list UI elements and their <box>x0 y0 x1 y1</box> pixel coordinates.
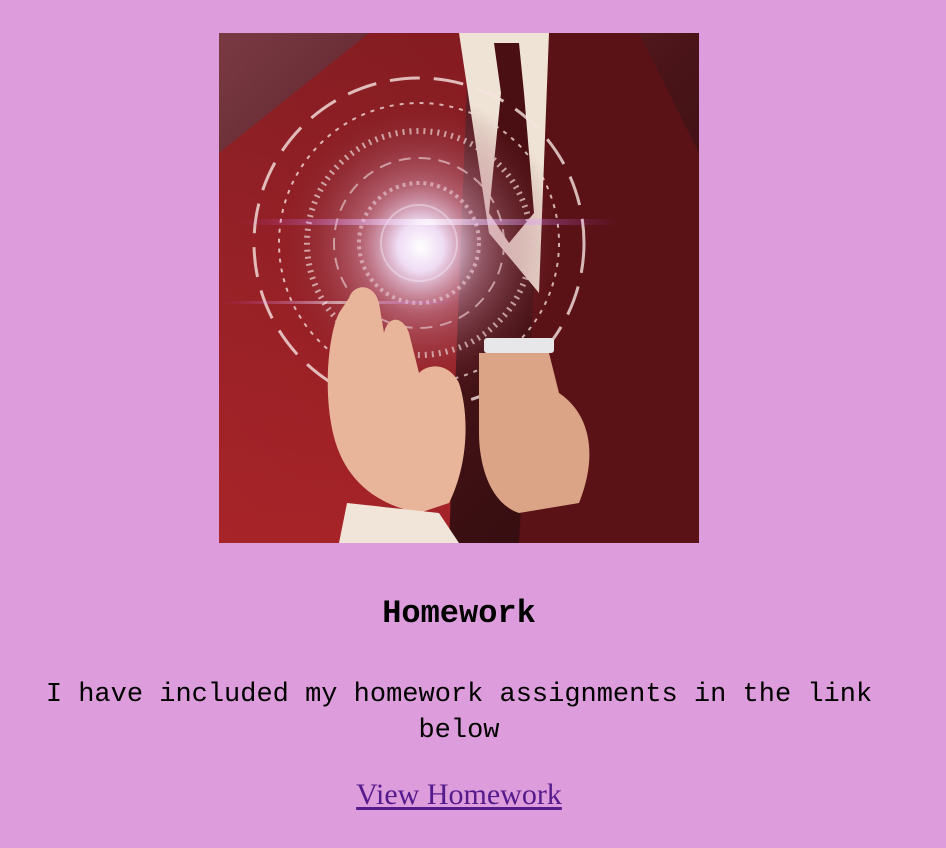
homework-description: I have included my homework assignments … <box>45 680 873 746</box>
hero-image <box>219 33 699 543</box>
page-title: Homework <box>382 595 536 632</box>
link-container: View Homework <box>0 776 918 814</box>
view-homework-link[interactable]: View Homework <box>356 778 562 811</box>
businessman-hologram-illustration <box>219 33 699 543</box>
